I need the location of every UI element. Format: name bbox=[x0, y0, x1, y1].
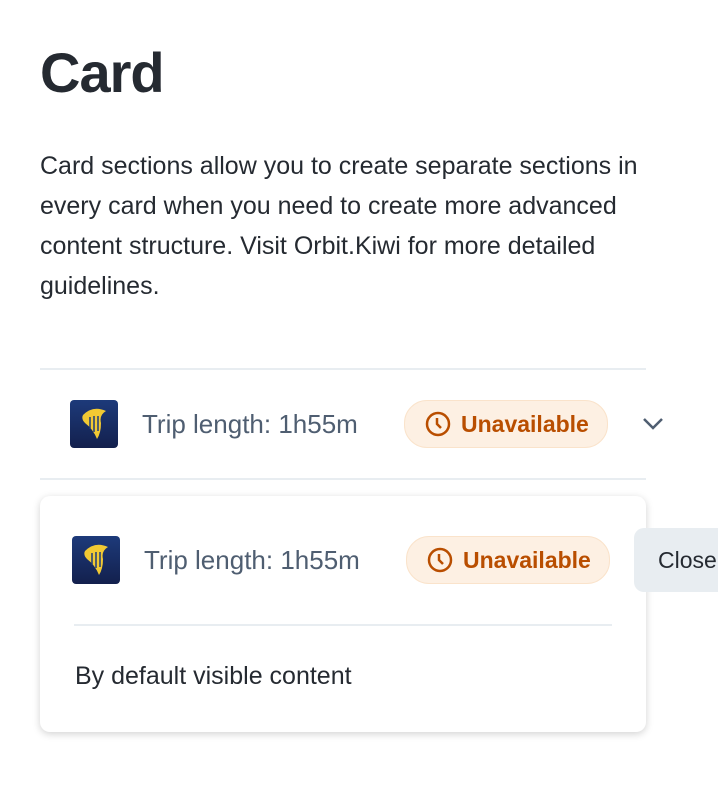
badge-label: Unavailable bbox=[463, 546, 591, 573]
card-section-header[interactable]: Trip length: 1h55m Unavailable bbox=[70, 400, 664, 448]
divider bbox=[40, 368, 646, 370]
visible-content: By default visible content bbox=[75, 662, 352, 690]
page-title: Card bbox=[40, 41, 165, 104]
expanded-card-section bbox=[40, 496, 646, 732]
divider bbox=[40, 478, 646, 480]
description: Card sections allow you to create separa… bbox=[40, 152, 638, 300]
clock-icon bbox=[427, 547, 453, 573]
close-button[interactable]: Close bbox=[634, 528, 718, 592]
chevron-down-icon[interactable] bbox=[642, 417, 664, 431]
trip-length: Trip length: 1h55m bbox=[142, 408, 358, 439]
divider bbox=[74, 624, 612, 626]
badge-label: Unavailable bbox=[461, 410, 589, 437]
status-badge: Unavailable bbox=[404, 400, 608, 448]
card-section-header[interactable]: Trip length: 1h55m Unavailable bbox=[72, 536, 610, 584]
ryanair-logo-icon bbox=[70, 400, 118, 448]
status-badge: Unavailable bbox=[406, 536, 610, 584]
clock-icon bbox=[425, 411, 451, 437]
trip-length: Trip length: 1h55m bbox=[144, 544, 360, 575]
ryanair-logo-icon bbox=[72, 536, 120, 584]
